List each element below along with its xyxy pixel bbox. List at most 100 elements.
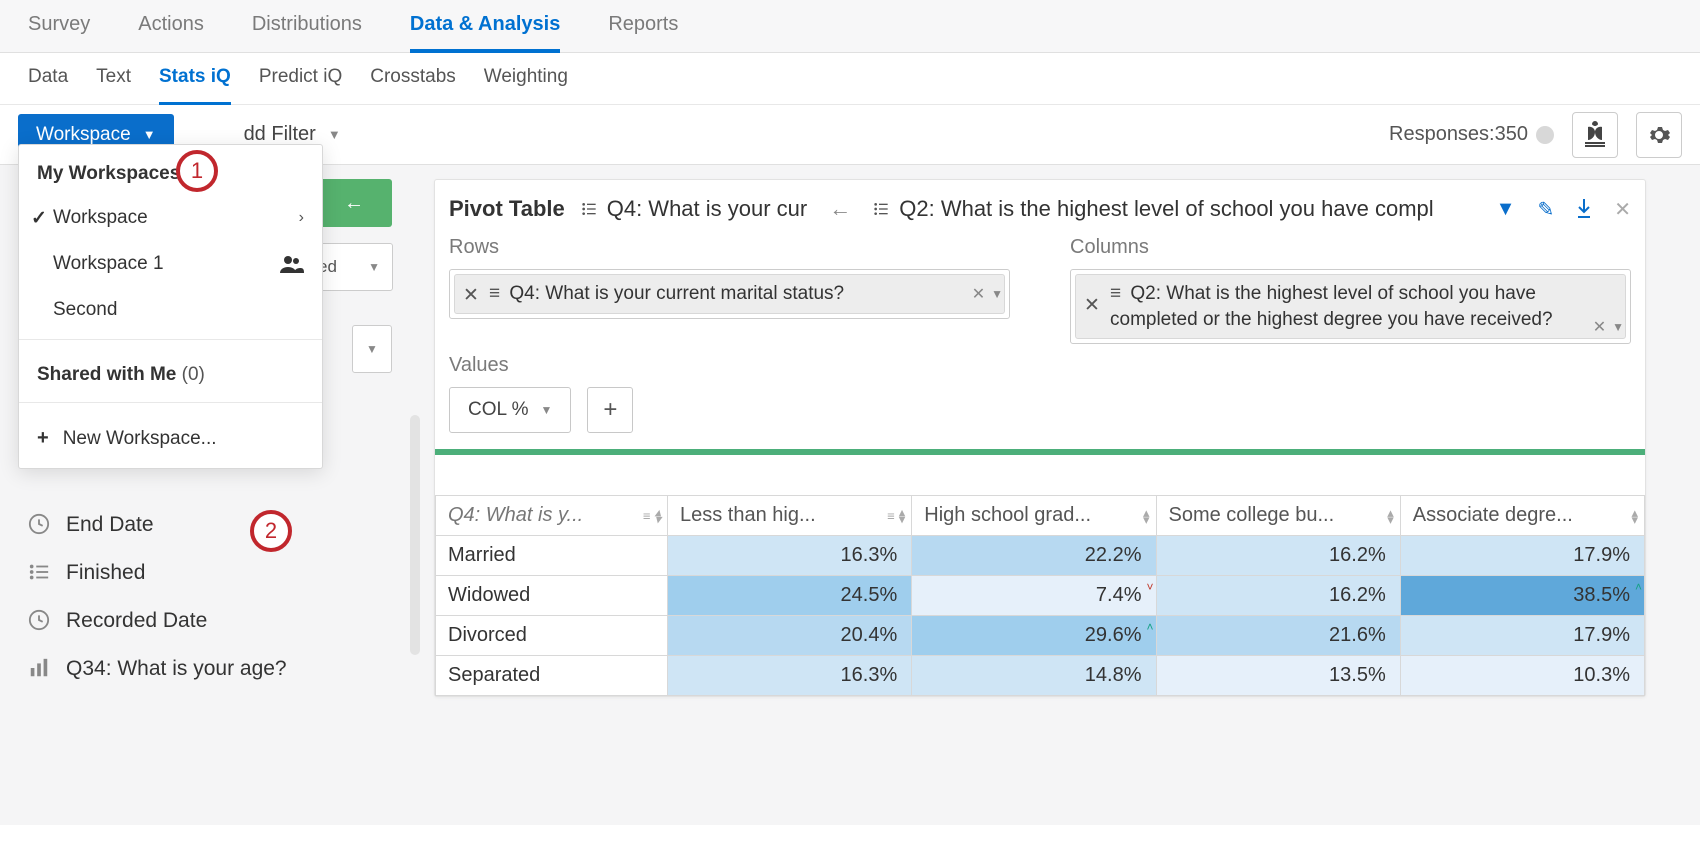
data-cell: 7.4%˅ (912, 576, 1156, 616)
tab-actions[interactable]: Actions (138, 0, 204, 53)
top-tabs: Survey Actions Distributions Data & Anal… (0, 0, 1700, 53)
chevron-down-icon: ▼ (328, 127, 341, 142)
plus-icon: + (37, 427, 49, 450)
info-icon[interactable] (1536, 126, 1554, 144)
new-workspace-button[interactable]: + New Workspace... (19, 409, 322, 468)
clock-icon (28, 609, 52, 633)
sort-icon[interactable]: ▴▾ (1387, 509, 1394, 523)
chevron-right-icon: › (299, 209, 304, 227)
filter-icon[interactable]: ▼ (1496, 198, 1516, 221)
add-filter-label: dd Filter (244, 123, 316, 146)
clock-icon (28, 513, 52, 537)
responses-count: Responses: 350 (1389, 123, 1554, 146)
chevron-down-icon: ▼ (366, 342, 378, 356)
chevron-down-icon[interactable]: ▼ (1612, 320, 1624, 334)
row-header[interactable]: Q4: What is y... ≡▴▾ (436, 496, 668, 536)
workspace-item-workspace1[interactable]: Workspace 1 (19, 241, 322, 287)
row-label: Married (436, 536, 668, 576)
list-icon (873, 201, 891, 217)
tab-data-analysis[interactable]: Data & Analysis (410, 0, 560, 53)
col-header-3[interactable]: Associate degre...▴▾ (1400, 496, 1644, 536)
tab-survey[interactable]: Survey (28, 0, 90, 53)
arrow-left-icon: ← (829, 196, 851, 222)
data-cell: 38.5%˄ (1400, 576, 1644, 616)
subtab-weighting[interactable]: Weighting (484, 53, 568, 105)
analysis-card-area: Pivot Table Q4: What is your cur ← Q2: W… (420, 165, 1700, 825)
subtab-crosstabs[interactable]: Crosstabs (370, 53, 456, 105)
data-cell: 16.2% (1156, 576, 1400, 616)
variable-end-date[interactable]: End Date (14, 501, 406, 549)
chevron-down-icon: ▼ (541, 403, 553, 417)
relate-arrow-button[interactable]: ← (316, 179, 392, 227)
data-cell: 14.8% (912, 656, 1156, 696)
settings-button[interactable] (1636, 112, 1682, 158)
workspace-item-workspace[interactable]: ✓ Workspace › (19, 195, 322, 241)
cols-pill-q2[interactable]: ✕ ≡ Q2: What is the highest level of sch… (1075, 274, 1626, 339)
data-cell: 24.5% (668, 576, 912, 616)
table-row: Separated16.3%14.8%13.5%10.3% (436, 656, 1645, 696)
list-icon: ≡ (643, 508, 651, 523)
row-label: Separated (436, 656, 668, 696)
subtab-statsiq[interactable]: Stats iQ (159, 53, 231, 105)
list-icon (28, 561, 52, 585)
data-cell: 16.3% (668, 656, 912, 696)
subtab-predictiq[interactable]: Predict iQ (259, 53, 342, 105)
pivot-zones: Rows ✕ ≡ Q4: What is your current marita… (435, 232, 1645, 352)
table-row: Married16.3%22.2%16.2%17.9% (436, 536, 1645, 576)
pivot-header: Pivot Table Q4: What is your cur ← Q2: W… (435, 180, 1645, 232)
sort-icon[interactable]: ▴▾ (899, 509, 906, 523)
variable-list: End Date Finished Recorded Date Q34: Wha… (14, 501, 406, 693)
columns-dropzone[interactable]: ✕ ≡ Q2: What is the highest level of sch… (1070, 269, 1631, 344)
add-value-button[interactable]: + (587, 387, 633, 433)
remove-icon[interactable]: ✕ (1593, 317, 1606, 337)
columns-label: Columns (1070, 236, 1631, 259)
col-header-2[interactable]: Some college bu...▴▾ (1156, 496, 1400, 536)
pivot-table: Q4: What is y... ≡▴▾ Less than hig...≡▴▾… (435, 495, 1645, 696)
chevron-down-icon[interactable]: ▼ (991, 287, 1003, 301)
values-measure-button[interactable]: COL % ▼ (449, 387, 571, 433)
variable-recorded-date[interactable]: Recorded Date (14, 597, 406, 645)
data-cell: 29.6%˄ (912, 616, 1156, 656)
learn-button[interactable] (1572, 112, 1618, 158)
close-icon[interactable]: ✕ (1614, 197, 1631, 222)
add-filter-button[interactable]: dd Filter ▼ (244, 123, 341, 146)
scrollbar[interactable] (410, 415, 420, 655)
sort-icon[interactable]: ▴▾ (654, 509, 661, 523)
apple-book-icon (1583, 121, 1607, 149)
col-header-0[interactable]: Less than hig...≡▴▾ (668, 496, 912, 536)
download-icon[interactable] (1576, 199, 1592, 219)
callout-2: 2 (250, 510, 292, 552)
col-header-1[interactable]: High school grad...▴▾ (912, 496, 1156, 536)
rows-label: Rows (449, 236, 1010, 259)
callout-1: 1 (176, 150, 218, 192)
remove-icon[interactable]: ✕ (1084, 293, 1100, 319)
arrow-left-icon: ← (344, 192, 364, 215)
workspace-button-label: Workspace (36, 124, 131, 146)
remove-icon[interactable]: ✕ (463, 283, 479, 309)
rows-dropzone[interactable]: ✕ ≡ Q4: What is your current marital sta… (449, 269, 1010, 319)
tab-distributions[interactable]: Distributions (252, 0, 362, 53)
card-actions: ▼ ✎ ✕ (1496, 197, 1631, 222)
data-cell: 22.2% (912, 536, 1156, 576)
rows-zone: Rows ✕ ≡ Q4: What is your current marita… (449, 236, 1010, 344)
workspace-item-second[interactable]: Second (19, 287, 322, 333)
caret-button-partial[interactable]: ▼ (352, 325, 392, 373)
data-cell: 16.3% (668, 536, 912, 576)
table-row: Widowed24.5%7.4%˅16.2%38.5%˄ (436, 576, 1645, 616)
table-row: Divorced20.4%29.6%˄21.6%17.9% (436, 616, 1645, 656)
data-cell: 17.9% (1400, 536, 1644, 576)
data-cell: 16.2% (1156, 536, 1400, 576)
tab-reports[interactable]: Reports (608, 0, 678, 53)
subtab-data[interactable]: Data (28, 53, 68, 105)
workspace-dropdown: My Workspaces (3) ✓ Workspace › Workspac… (18, 144, 323, 469)
variable-q34-age[interactable]: Q34: What is your age? (14, 645, 406, 693)
subtab-text[interactable]: Text (96, 53, 131, 105)
edit-icon[interactable]: ✎ (1537, 197, 1554, 222)
sort-icon[interactable]: ▴▾ (1631, 509, 1638, 523)
variable-finished[interactable]: Finished (14, 549, 406, 597)
chevron-down-icon: ▼ (143, 127, 156, 142)
sort-icon[interactable]: ▴▾ (1143, 509, 1150, 523)
rows-pill-q4[interactable]: ✕ ≡ Q4: What is your current marital sta… (454, 274, 1005, 314)
pivot-card: Pivot Table Q4: What is your cur ← Q2: W… (434, 179, 1646, 697)
remove-icon[interactable]: ✕ (972, 284, 985, 304)
